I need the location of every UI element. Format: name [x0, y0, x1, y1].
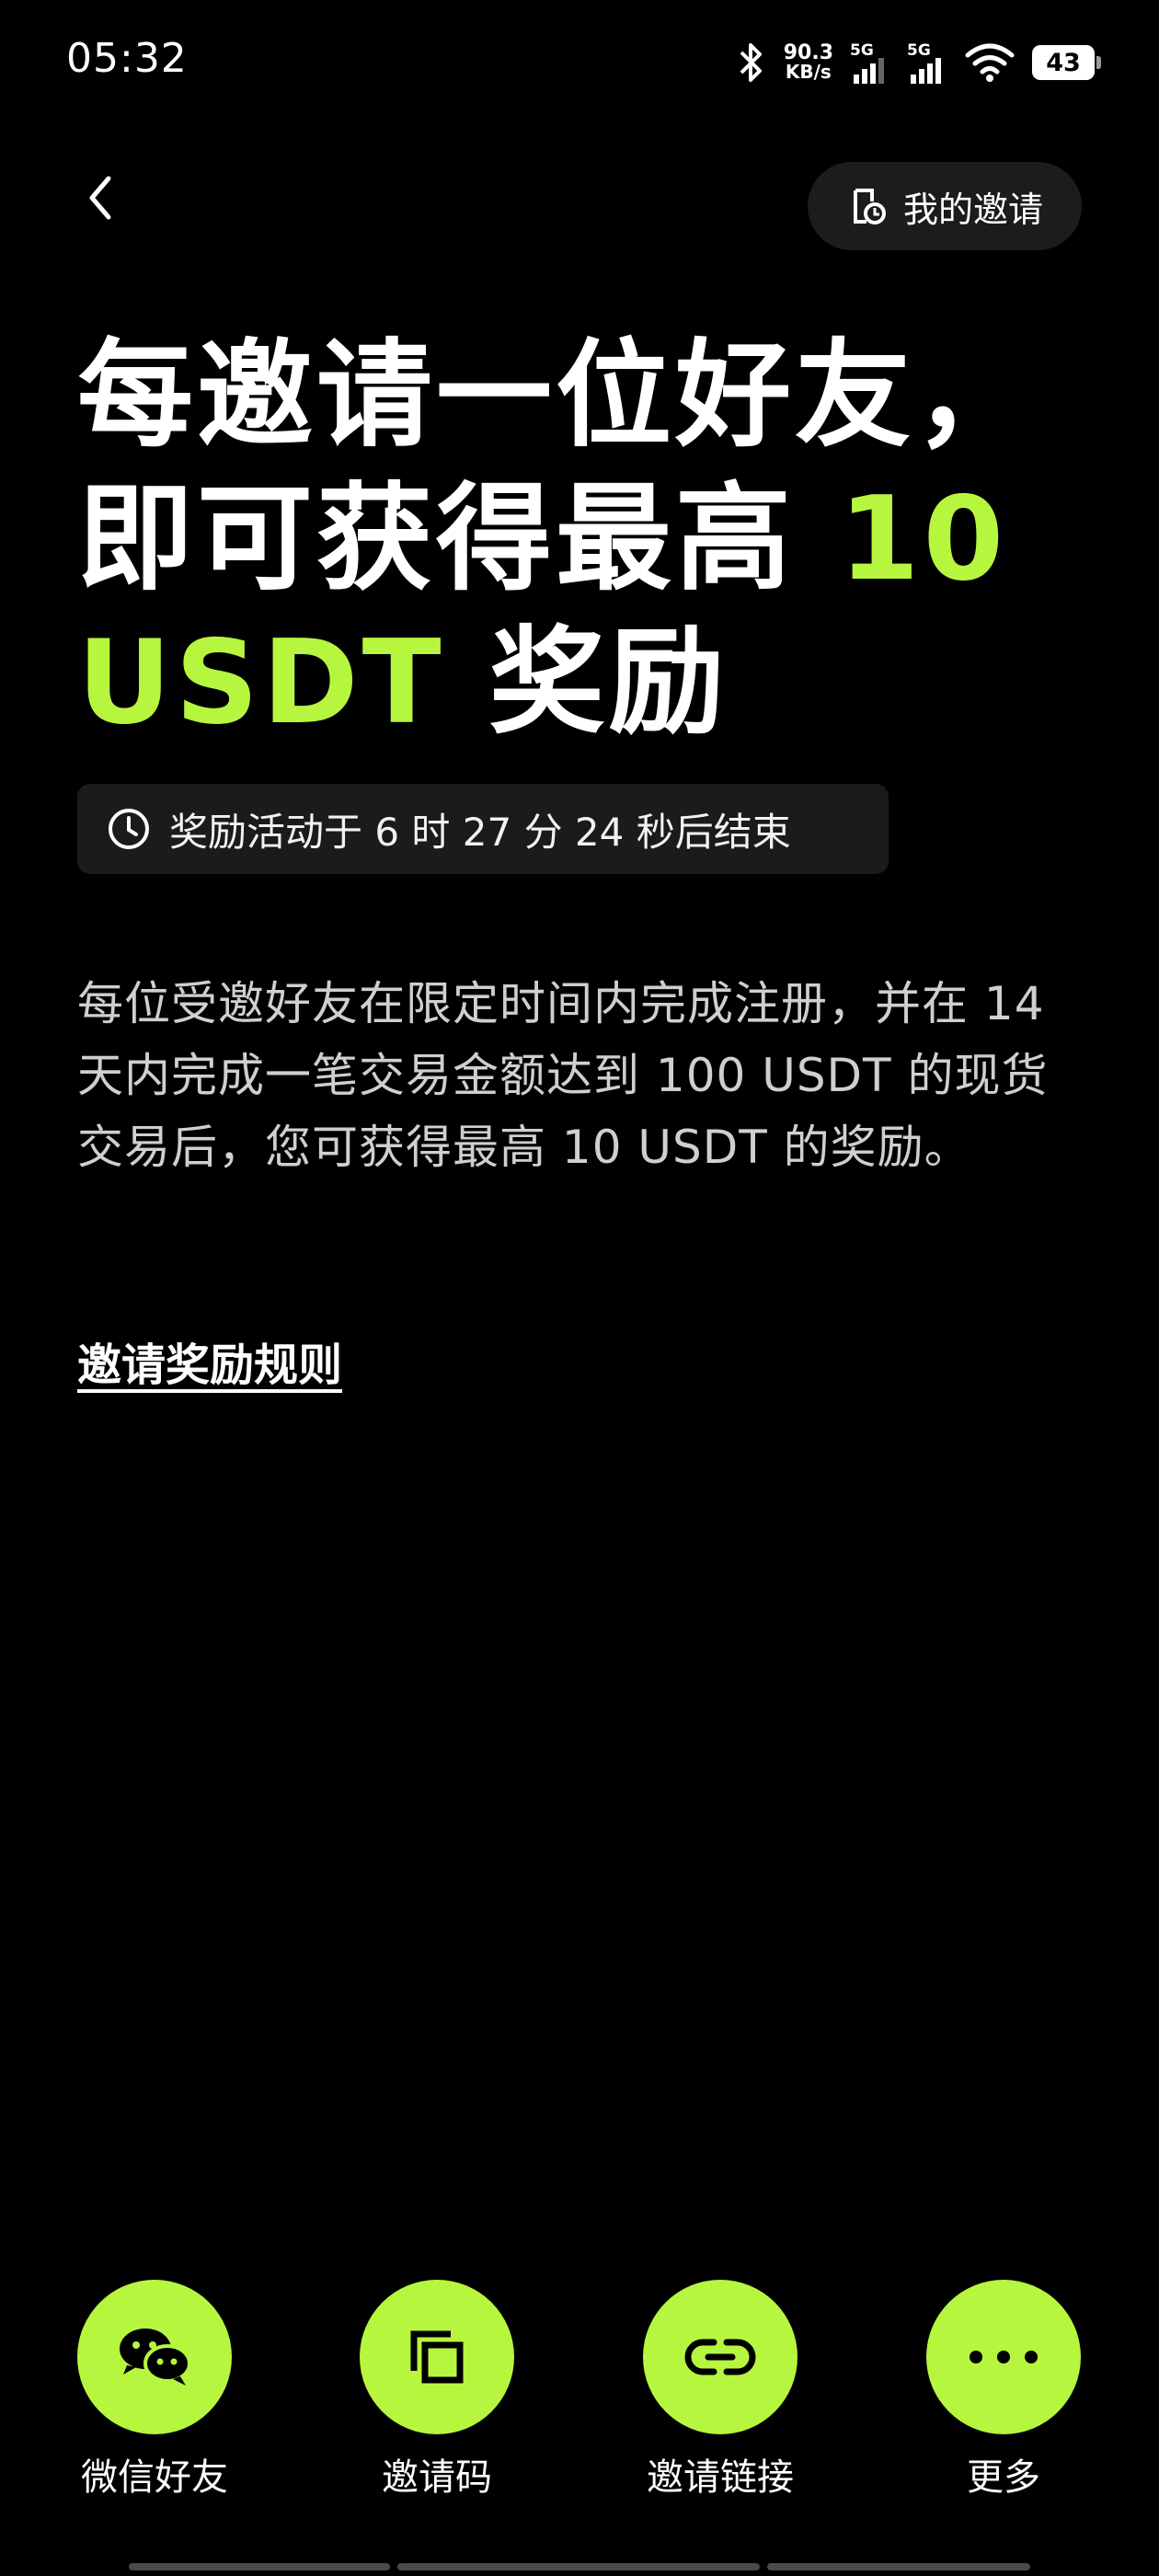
headline-line-1: 每邀请一位好友， — [77, 328, 1034, 463]
gesture-segment — [767, 2563, 1030, 2570]
share-wechat-button[interactable]: 微信好友 — [49, 2280, 260, 2501]
reward-currency: USDT — [77, 615, 445, 750]
share-wechat-circle[interactable] — [77, 2280, 232, 2434]
reward-description: 每位受邀好友在限定时间内完成注册，并在 14 天内完成一笔交易金额达到 100 … — [77, 977, 1049, 1174]
share-invite-link-button[interactable]: 邀请链接 — [614, 2280, 826, 2501]
network-speed: 90.3 KB/s — [783, 41, 833, 83]
status-icons: 90.3 KB/s 5G 5G 43 — [736, 37, 1101, 88]
share-invite-link-circle[interactable] — [643, 2280, 798, 2434]
back-button[interactable] — [77, 170, 123, 225]
wifi-icon — [965, 43, 1015, 82]
wechat-icon — [120, 2329, 191, 2386]
countdown-text: 奖励活动于 6 时 27 分 24 秒后结束 — [169, 809, 791, 855]
headline-line-3: USDT 奖励 — [77, 615, 729, 750]
signal-sim1-icon: 5G — [850, 41, 890, 84]
reward-amount: 10 — [838, 471, 1008, 606]
share-actions: 微信好友 邀请码 邀请链接 更多 — [0, 2280, 1159, 2501]
copy-icon — [410, 2330, 464, 2384]
share-more-circle[interactable] — [926, 2280, 1081, 2434]
status-time: 05:32 — [66, 35, 188, 82]
gesture-segment — [129, 2563, 390, 2570]
link-icon — [684, 2339, 756, 2375]
share-invite-code-circle[interactable] — [360, 2280, 514, 2434]
my-invites-button[interactable]: 我的邀请 — [807, 162, 1082, 250]
share-invite-code-button[interactable]: 邀请码 — [331, 2280, 543, 2501]
clock-icon — [109, 809, 149, 849]
invite-rules-link[interactable]: 邀请奖励规则 — [77, 1328, 342, 1393]
countdown-banner: 奖励活动于 6 时 27 分 24 秒后结束 — [77, 784, 889, 874]
headline-line-2: 即可获得最高 10 — [77, 471, 1008, 606]
share-more-button[interactable]: 更多 — [898, 2280, 1109, 2501]
gesture-segment — [397, 2563, 760, 2570]
invite-record-icon — [853, 189, 886, 224]
more-dots-icon — [970, 2351, 1038, 2363]
gesture-bar — [129, 2563, 1030, 2570]
chevron-left-icon — [89, 176, 111, 220]
my-invites-label: 我的邀请 — [902, 189, 1043, 230]
signal-sim2-icon: 5G — [907, 41, 947, 84]
page-headline: 每邀请一位好友， 即可获得最高 10 USDT 奖励 — [77, 324, 1089, 754]
status-bar: 05:32 90.3 KB/s 5G 5G 43 — [0, 0, 1159, 125]
battery-icon: 43 — [1032, 45, 1101, 80]
bluetooth-icon — [740, 43, 762, 82]
